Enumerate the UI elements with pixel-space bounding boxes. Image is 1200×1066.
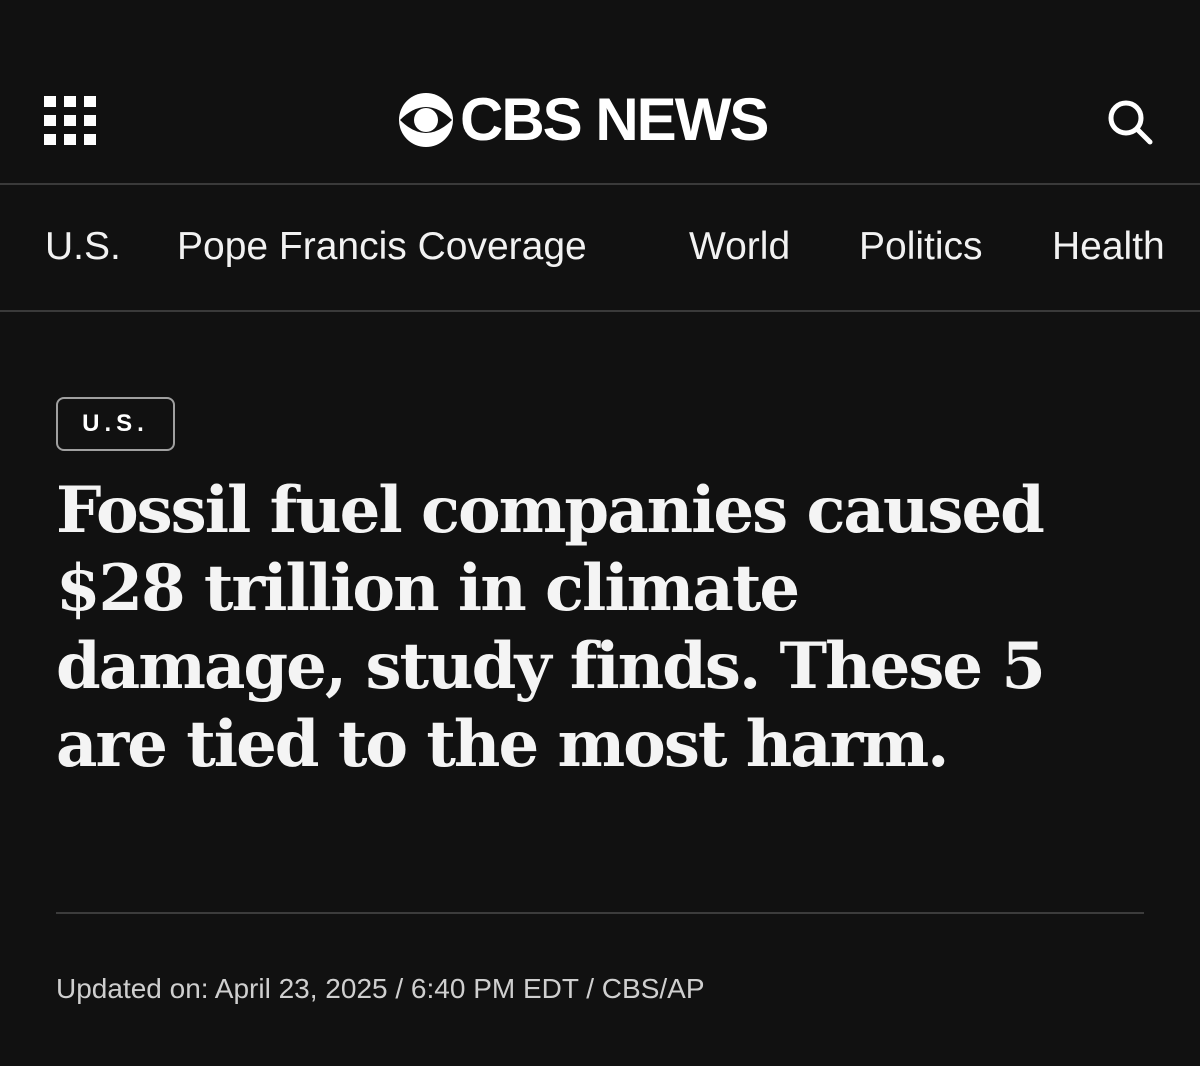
nav-item-health[interactable]: Health xyxy=(1052,225,1165,269)
nav-item-world[interactable]: World xyxy=(689,225,790,269)
article-byline: Updated on: April 23, 2025 / 6:40 PM EDT… xyxy=(56,973,705,1004)
nav-item-us[interactable]: U.S. xyxy=(45,225,121,269)
top-header: CBS NEWS xyxy=(0,0,1200,185)
divider xyxy=(56,912,1144,914)
logo-text: CBS NEWS xyxy=(460,86,769,153)
nav-item-politics[interactable]: Politics xyxy=(859,225,983,269)
cbs-eye-icon xyxy=(399,93,453,147)
search-icon[interactable] xyxy=(1106,98,1154,146)
category-tag[interactable]: U.S. xyxy=(56,397,175,451)
cbs-news-logo[interactable]: CBS NEWS xyxy=(398,86,769,153)
article-headline: Fossil fuel companies caused $28 trillio… xyxy=(56,473,1046,782)
nav-item-pope-francis-coverage[interactable]: Pope Francis Coverage xyxy=(177,225,587,269)
section-nav: U.S. Pope Francis Coverage World Politic… xyxy=(0,185,1200,312)
grid-menu-icon[interactable] xyxy=(44,96,96,146)
